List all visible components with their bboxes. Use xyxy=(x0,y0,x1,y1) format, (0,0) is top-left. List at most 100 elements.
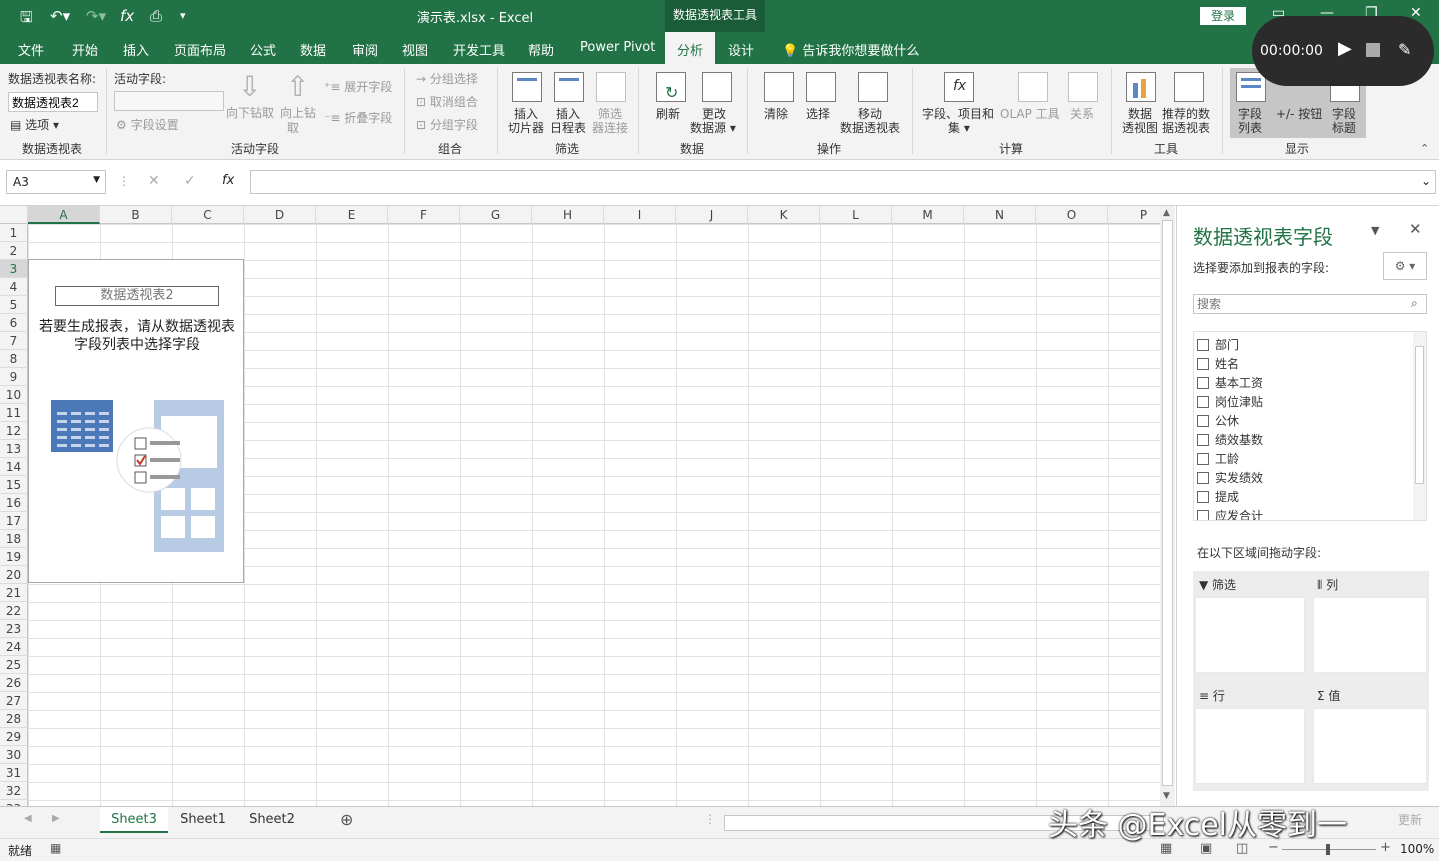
row-header[interactable]: 13 xyxy=(0,440,28,458)
update-button[interactable]: 更新 xyxy=(1398,811,1422,828)
tab-home[interactable]: 开始 xyxy=(72,40,98,59)
tab-design[interactable]: 设计 xyxy=(728,40,754,59)
row-header[interactable]: 28 xyxy=(0,710,28,728)
row-header[interactable]: 22 xyxy=(0,602,28,620)
pen-icon[interactable]: ✎ xyxy=(1398,40,1411,59)
zoom-level[interactable]: 100% xyxy=(1400,842,1434,856)
relations-button[interactable]: 关系 xyxy=(1070,105,1094,122)
row-header[interactable]: 14 xyxy=(0,458,28,476)
area-values[interactable] xyxy=(1313,708,1427,784)
field-item[interactable]: 公休 xyxy=(1197,412,1239,431)
field-checkbox[interactable] xyxy=(1197,415,1209,427)
clear-button[interactable]: 清除 xyxy=(764,105,788,122)
collapse-ribbon-icon[interactable]: ⌃ xyxy=(1420,142,1429,155)
row-header[interactable]: 17 xyxy=(0,512,28,530)
row-header[interactable]: 21 xyxy=(0,584,28,602)
vertical-scroll-thumb[interactable] xyxy=(1162,220,1173,786)
drill-down-button[interactable]: 向下钻取 xyxy=(226,104,274,121)
column-header[interactable]: N xyxy=(964,206,1036,224)
column-header[interactable]: F xyxy=(388,206,460,224)
field-item[interactable]: 岗位津贴 xyxy=(1197,393,1263,412)
tab-help[interactable]: 帮助 xyxy=(528,40,554,59)
pivot-placeholder[interactable]: 数据透视表2 若要生成报表，请从数据透视表字段列表中选择字段 xyxy=(28,259,244,583)
field-item[interactable]: 实发绩效 xyxy=(1197,469,1263,488)
insert-function-icon[interactable]: fx xyxy=(222,173,234,188)
plus-minus-buttons-button[interactable]: +/- 按钮 xyxy=(1276,105,1322,122)
active-field-input[interactable] xyxy=(114,91,224,111)
row-header[interactable]: 2 xyxy=(0,242,28,260)
sheet-tab-sheet2[interactable]: Sheet2 xyxy=(238,807,306,833)
field-checkbox[interactable] xyxy=(1197,453,1209,465)
field-checkbox[interactable] xyxy=(1197,377,1209,389)
column-header[interactable]: H xyxy=(532,206,604,224)
field-checkbox[interactable] xyxy=(1197,434,1209,446)
tab-insert[interactable]: 插入 xyxy=(123,40,149,59)
zoom-in-icon[interactable]: + xyxy=(1380,840,1391,855)
next-sheet-icon[interactable]: ▶ xyxy=(52,813,60,824)
area-rows[interactable] xyxy=(1195,708,1305,784)
field-checkbox[interactable] xyxy=(1197,491,1209,503)
row-header[interactable]: 3 xyxy=(0,260,28,278)
row-header[interactable]: 6 xyxy=(0,314,28,332)
group-selection-button[interactable]: → 分组选择 xyxy=(416,70,478,87)
column-header[interactable]: A xyxy=(28,206,100,224)
tab-developer[interactable]: 开发工具 xyxy=(453,40,505,59)
row-header[interactable]: 26 xyxy=(0,674,28,692)
pivot-name-input[interactable] xyxy=(8,92,98,112)
add-sheet-icon[interactable]: ⊕ xyxy=(340,810,353,829)
field-item[interactable]: 应发合计 xyxy=(1197,507,1263,520)
sheet-tab-sheet1[interactable]: Sheet1 xyxy=(170,807,236,833)
column-header[interactable]: G xyxy=(460,206,532,224)
field-item[interactable]: 姓名 xyxy=(1197,355,1239,374)
field-checkbox[interactable] xyxy=(1197,339,1209,351)
tell-me-box[interactable]: 💡 告诉我你想要做什么 xyxy=(782,40,919,59)
expand-formula-icon[interactable]: ⌄ xyxy=(1421,174,1431,188)
row-header[interactable]: 32 xyxy=(0,782,28,800)
row-header[interactable]: 16 xyxy=(0,494,28,512)
row-header[interactable]: 25 xyxy=(0,656,28,674)
column-header[interactable]: B xyxy=(100,206,172,224)
tab-power-pivot[interactable]: Power Pivot xyxy=(580,40,655,55)
field-item[interactable]: 部门 xyxy=(1197,336,1239,355)
login-button[interactable]: 登录 xyxy=(1200,7,1246,25)
row-header[interactable]: 9 xyxy=(0,368,28,386)
name-box[interactable]: A3 ▼ xyxy=(6,170,106,194)
row-header[interactable]: 31 xyxy=(0,764,28,782)
panel-options-icon[interactable]: ▼ xyxy=(1371,224,1379,237)
collapse-field-button[interactable]: ⁻≡ 折叠字段 xyxy=(324,109,392,126)
row-header[interactable]: 11 xyxy=(0,404,28,422)
tab-file[interactable]: 文件 xyxy=(18,40,44,59)
column-header[interactable]: M xyxy=(892,206,964,224)
olap-button[interactable]: OLAP 工具 xyxy=(1000,105,1060,122)
refresh-button[interactable]: 刷新 xyxy=(656,105,680,122)
tab-formulas[interactable]: 公式 xyxy=(250,40,276,59)
tab-review[interactable]: 审阅 xyxy=(352,40,378,59)
field-checkbox[interactable] xyxy=(1197,358,1209,370)
tab-analyze[interactable]: 分析 xyxy=(665,32,716,64)
row-header[interactable]: 19 xyxy=(0,548,28,566)
row-header[interactable]: 7 xyxy=(0,332,28,350)
group-field-button[interactable]: ⊡ 分组字段 xyxy=(416,116,478,133)
expand-field-button[interactable]: ⁺≡ 展开字段 xyxy=(324,78,392,95)
row-header[interactable]: 27 xyxy=(0,692,28,710)
cancel-icon[interactable]: ✕ xyxy=(148,173,160,189)
row-header[interactable]: 30 xyxy=(0,746,28,764)
column-header[interactable]: J xyxy=(676,206,748,224)
column-header[interactable]: E xyxy=(316,206,388,224)
panel-close-icon[interactable]: ✕ xyxy=(1409,220,1422,238)
select-all-corner[interactable] xyxy=(0,206,28,224)
tab-view[interactable]: 视图 xyxy=(402,40,428,59)
row-header[interactable]: 20 xyxy=(0,566,28,584)
gear-icon[interactable]: ⚙ ▾ xyxy=(1383,252,1427,280)
area-columns[interactable] xyxy=(1313,597,1427,673)
row-header[interactable]: 24 xyxy=(0,638,28,656)
row-header[interactable]: 15 xyxy=(0,476,28,494)
tab-data[interactable]: 数据 xyxy=(300,40,326,59)
row-header[interactable]: 23 xyxy=(0,620,28,638)
macro-record-icon[interactable]: ▦ xyxy=(50,841,61,855)
field-item[interactable]: 工龄 xyxy=(1197,450,1239,469)
column-header[interactable]: K xyxy=(748,206,820,224)
field-checkbox[interactable] xyxy=(1197,396,1209,408)
row-header[interactable]: 4 xyxy=(0,278,28,296)
column-header[interactable]: O xyxy=(1036,206,1108,224)
